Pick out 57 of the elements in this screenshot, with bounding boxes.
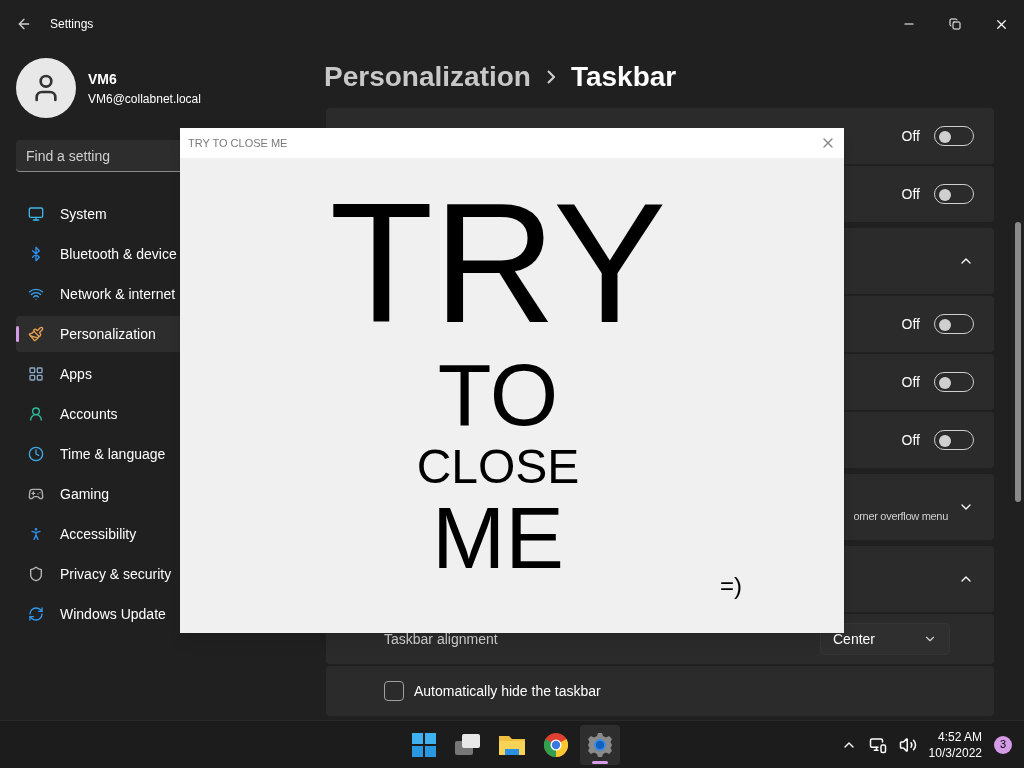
user-email: VM6@collabnet.local	[88, 90, 201, 108]
setting-description: orner overflow menu	[853, 508, 948, 524]
apps-icon	[28, 366, 44, 382]
user-name: VM6	[88, 69, 118, 89]
person-figure-icon	[28, 526, 44, 542]
active-indicator	[592, 760, 608, 764]
shield-icon	[28, 566, 44, 582]
nav-item[interactable]: Apps	[16, 356, 304, 392]
avatar	[16, 58, 76, 118]
toggle-state-label: Off	[901, 372, 920, 392]
nav-item[interactable]: Bluetooth & device	[16, 236, 304, 272]
clock[interactable]: 4:52 AM 10/3/2022	[928, 728, 982, 761]
volume-icon[interactable]	[898, 735, 917, 754]
brush-icon	[28, 326, 44, 342]
network-icon[interactable]	[868, 735, 887, 754]
toggle-state-label: Off	[901, 126, 920, 146]
browser-icon	[544, 732, 568, 757]
nav-item[interactable]: Accessibility	[16, 516, 304, 552]
task-view-icon	[455, 733, 481, 756]
dialog-text: TRY	[329, 188, 667, 338]
nav-item[interactable]: Windows Update	[16, 596, 304, 632]
nav-item[interactable]: Gaming	[16, 476, 304, 512]
wifi-icon	[28, 286, 44, 302]
toggle-state-label: Off	[901, 430, 920, 450]
refresh-icon	[28, 606, 44, 622]
folder-icon	[499, 733, 525, 756]
monitor-icon	[28, 206, 44, 222]
nav-item[interactable]: Time & language	[16, 436, 304, 472]
toggle-state-label: Off	[901, 184, 920, 204]
nav-item[interactable]: System	[16, 196, 304, 232]
toggle-state-label: Off	[901, 314, 920, 334]
nav-item[interactable]: Accounts	[16, 396, 304, 432]
breadcrumb-item[interactable]: Personalization	[324, 56, 531, 98]
windows-logo-icon	[412, 732, 436, 757]
clock-icon	[28, 446, 44, 462]
dialog-text: TO	[437, 350, 559, 440]
dialog-text: CLOSE	[416, 440, 580, 494]
smiley-text: =)	[720, 571, 742, 601]
scrollbar[interactable]	[1015, 222, 1021, 502]
dialog-text: ME	[432, 498, 564, 578]
checkbox-label: Automatically hide the taskbar	[414, 681, 601, 701]
person-icon	[28, 406, 44, 422]
taskbar-app[interactable]	[580, 724, 620, 765]
nav-item[interactable]: Network & internet	[16, 276, 304, 312]
nav-item[interactable]: Privacy & security	[16, 556, 304, 592]
setting-label: Taskbar alignment	[384, 629, 498, 649]
back-icon[interactable]	[16, 16, 32, 32]
checkbox[interactable]	[384, 681, 404, 701]
dropdown[interactable]: Center	[820, 623, 950, 655]
breadcrumb-separator-icon	[546, 70, 555, 84]
restore-icon[interactable]	[949, 18, 961, 30]
gear-icon	[588, 732, 612, 757]
notification-badge[interactable]: 3	[994, 735, 1012, 754]
breadcrumb-item: Taskbar	[570, 60, 677, 94]
selection-indicator	[16, 326, 19, 342]
window-title: Settings	[50, 16, 94, 33]
gamepad-icon	[28, 486, 44, 502]
